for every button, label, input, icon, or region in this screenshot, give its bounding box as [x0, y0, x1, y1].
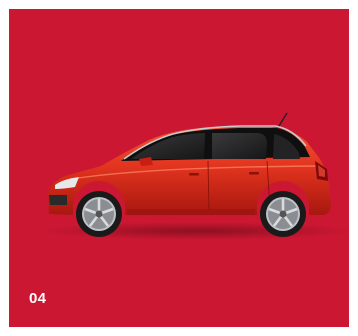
- car-image: [39, 112, 349, 240]
- page-number: 04: [29, 290, 47, 307]
- promo-panel: 04: [9, 9, 349, 327]
